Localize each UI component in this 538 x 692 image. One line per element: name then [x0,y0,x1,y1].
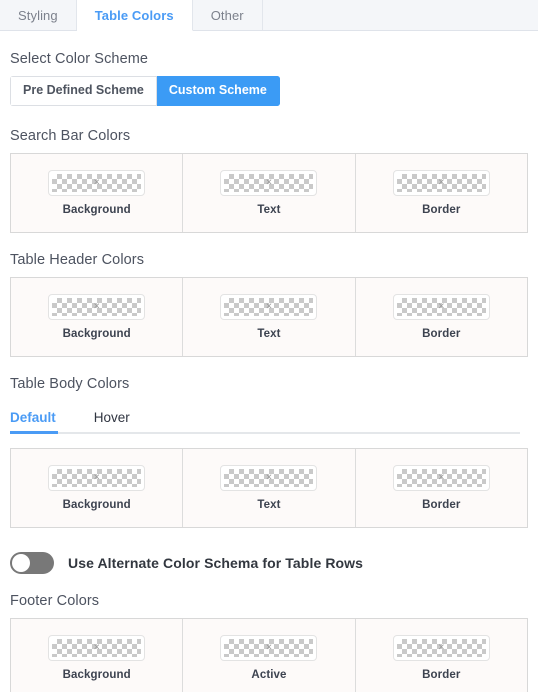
search-bar-text-swatch[interactable] [220,169,318,196]
table-header-background-label: Background [62,327,131,340]
search-bar-border-swatch[interactable] [392,169,490,196]
footer-active-swatch[interactable] [220,634,318,661]
tab-other[interactable]: Other [192,0,263,30]
table-body-text-swatch[interactable] [220,464,318,491]
subtab-default-label: Default [10,409,56,425]
table-header-background-swatch[interactable] [48,293,146,320]
footer-active-label: Active [251,668,287,681]
pre-defined-scheme-button[interactable]: Pre Defined Scheme [10,76,157,106]
table-body-colors-title: Table Body Colors [10,375,130,392]
select-color-scheme-title: Select Color Scheme [10,51,149,67]
tab-other-label: Other [210,7,244,23]
tab-styling[interactable]: Styling [0,0,77,30]
transparent-swatch-icon [396,297,486,316]
table-body-text-label: Text [257,498,281,511]
table-body-background-swatch[interactable] [48,464,146,491]
search-bar-border-label: Border [422,203,461,216]
table-header-border-cell[interactable]: Border [356,278,527,356]
transparent-swatch-icon [52,468,142,487]
transparent-swatch-icon [224,297,314,316]
table-body-background-cell[interactable]: Background [11,448,184,527]
table-header-border-swatch[interactable] [392,293,490,320]
footer-colors-title: Footer Colors [10,592,100,609]
footer-active-cell[interactable]: Active [183,618,356,692]
table-header-colors-title: Table Header Colors [10,251,145,268]
footer-background-label: Background [62,668,131,681]
footer-border-label: Border [422,668,461,681]
custom-scheme-button[interactable]: Custom Scheme [156,76,280,106]
table-body-background-label: Background [62,498,131,511]
search-bar-colors-panel: Background Text Border [10,152,528,233]
table-header-text-cell[interactable]: Text [183,277,356,356]
table-body-colors-panel: Background Text Border [10,447,528,528]
search-bar-background-label: Background [62,203,131,216]
search-bar-text-cell[interactable]: Text [183,153,356,232]
subtabs-active-indicator [10,430,58,434]
table-body-border-label: Border [422,498,461,511]
search-bar-background-cell[interactable]: Background [11,153,184,232]
settings-content: Select Color Scheme Pre Defined Scheme C… [0,51,538,692]
search-bar-text-label: Text [257,203,281,216]
tabbar-filler [262,0,538,30]
alternate-rows-toggle-row: Use Alternate Color Schema for Table Row… [10,551,528,574]
footer-background-swatch[interactable] [48,634,146,661]
search-bar-background-swatch[interactable] [48,169,146,196]
table-body-state-subtabs: Default Hover [10,404,528,434]
main-tabbar: Styling Table Colors Other [0,0,538,31]
pre-defined-scheme-label: Pre Defined Scheme [23,83,144,97]
subtabs-baseline [10,431,520,434]
transparent-swatch-icon [224,638,314,657]
transparent-swatch-icon [52,297,142,316]
transparent-swatch-icon [396,638,486,657]
alternate-rows-toggle-label: Use Alternate Color Schema for Table Row… [68,554,364,571]
transparent-swatch-icon [52,173,142,192]
footer-border-cell[interactable]: Border [356,619,527,692]
table-body-text-cell[interactable]: Text [183,448,356,527]
table-header-background-cell[interactable]: Background [11,277,184,356]
search-bar-border-cell[interactable]: Border [356,154,527,232]
table-body-border-cell[interactable]: Border [356,449,527,527]
table-header-text-swatch[interactable] [220,293,318,320]
tab-styling-label: Styling [18,7,58,23]
transparent-swatch-icon [396,468,486,487]
footer-border-swatch[interactable] [392,634,490,661]
color-scheme-segmented-control: Pre Defined Scheme Custom Scheme [10,76,280,106]
footer-background-cell[interactable]: Background [11,618,184,692]
transparent-swatch-icon [52,638,142,657]
subtab-hover-label: Hover [93,409,130,425]
table-header-border-label: Border [422,327,461,340]
table-header-text-label: Text [257,327,281,340]
subtab-hover[interactable]: Hover [94,410,130,434]
transparent-swatch-icon [396,173,486,192]
table-body-border-swatch[interactable] [392,464,490,491]
custom-scheme-label: Custom Scheme [168,83,267,97]
search-bar-colors-title: Search Bar Colors [10,127,131,144]
tab-table-colors-label: Table Colors [94,7,174,23]
footer-colors-panel: Background Active Border [10,617,528,692]
tab-table-colors[interactable]: Table Colors [76,0,193,31]
table-header-colors-panel: Background Text Border [10,276,528,357]
transparent-swatch-icon [224,468,314,487]
transparent-swatch-icon [224,173,314,192]
alternate-rows-toggle[interactable] [10,551,54,574]
toggle-knob-icon [12,553,30,572]
